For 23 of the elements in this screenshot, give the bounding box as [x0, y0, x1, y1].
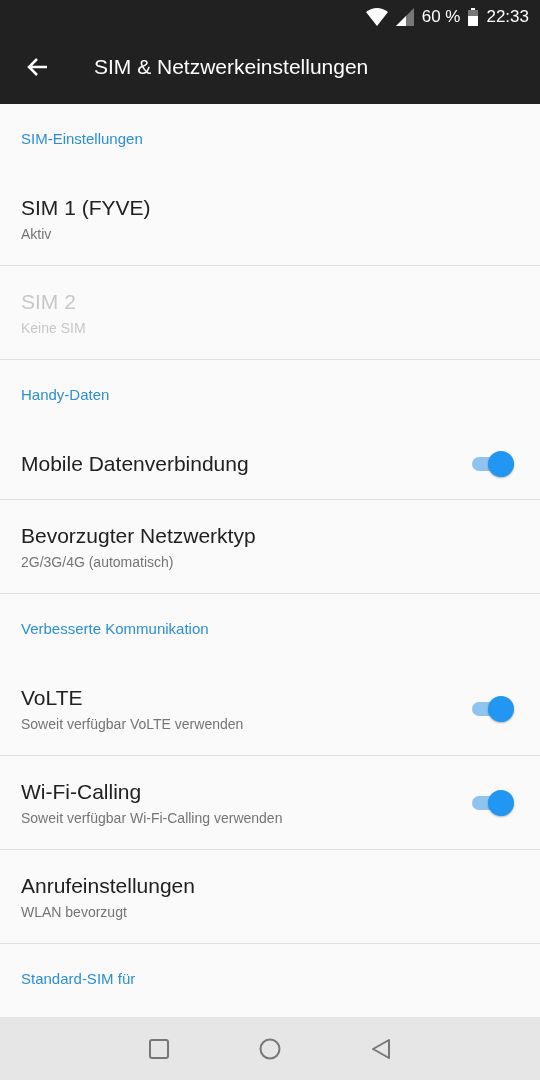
- settings-item[interactable]: Anrufeinstellungen WLAN bevorzugt: [0, 850, 540, 944]
- section-header: Handy-Daten: [21, 385, 110, 403]
- toggle-switch[interactable]: [472, 449, 514, 478]
- settings-item[interactable]: Wi-Fi-Calling Soweit verfügbar Wi-Fi-Calling verwenden: [0, 756, 540, 850]
- settings-item[interactable]: VoLTE Soweit verfügbar VoLTE verwenden: [0, 662, 540, 756]
- back-arrow-icon[interactable]: [26, 57, 48, 77]
- settings-item[interactable]: Mobile Datenverbindung: [0, 428, 540, 500]
- section-header: Standard-SIM für: [21, 969, 136, 987]
- screen-title: SIM & Netzwerkeinstellungen: [94, 55, 369, 79]
- wifi-icon: [365, 8, 388, 26]
- toggle-switch[interactable]: [472, 788, 514, 817]
- battery-percentage: 60 %: [421, 7, 461, 27]
- recents-icon[interactable]: [149, 1038, 169, 1059]
- settings-item[interactable]: SIM 1 (FYVE) Aktiv: [0, 172, 540, 266]
- section-header: SIM-Einstellungen: [21, 129, 143, 147]
- settings-item[interactable]: Bevorzugter Netzwerktyp 2G/3G/4G (automatisch): [0, 500, 540, 594]
- home-icon[interactable]: [259, 1037, 281, 1060]
- toggle-switch[interactable]: [472, 694, 514, 723]
- back-icon[interactable]: [371, 1037, 391, 1060]
- battery-icon: [468, 8, 479, 26]
- signal-icon: [395, 8, 414, 26]
- clock: 22:33: [486, 7, 529, 27]
- section-header: Verbesserte Kommunikation: [21, 619, 209, 637]
